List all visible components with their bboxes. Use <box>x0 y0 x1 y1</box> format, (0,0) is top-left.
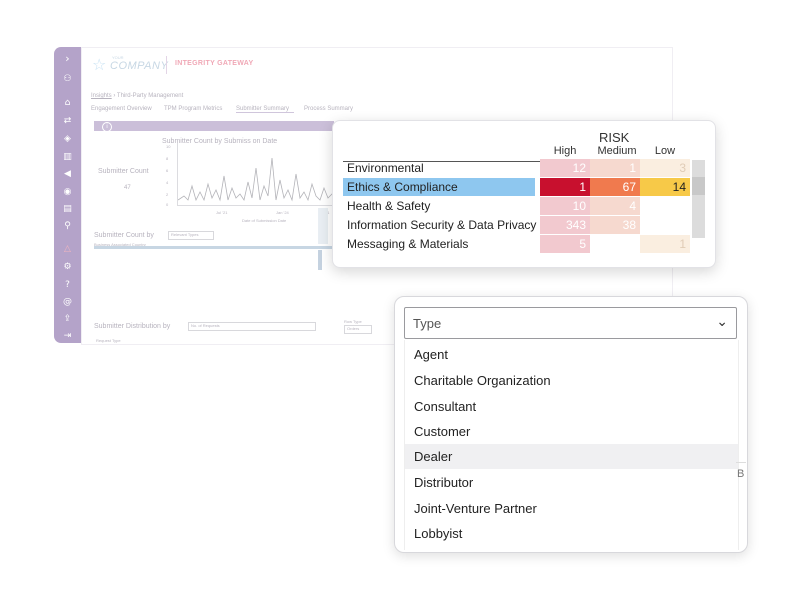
company-logo: COMPANY <box>110 60 169 72</box>
cell-high[interactable]: 10 <box>540 197 590 215</box>
home-icon[interactable]: ⌂ <box>54 97 81 109</box>
option-lobbyist[interactable]: Lobbyist <box>405 521 738 546</box>
building-icon[interactable]: ▥ <box>54 151 81 163</box>
breadcrumb: Insights › Third-Party Management <box>91 93 183 99</box>
breadcrumb-root[interactable]: Insights <box>91 93 112 99</box>
logo-divider <box>166 56 167 74</box>
people-icon[interactable]: ⚇ <box>54 73 81 85</box>
type-dropdown-card: Type ⌄ Agent Charitable Organization Con… <box>394 296 748 553</box>
tab-process-summary[interactable]: Process Summary <box>304 106 353 112</box>
cell-medium[interactable] <box>590 235 640 253</box>
table-scroll-track[interactable] <box>692 160 705 238</box>
logout-icon[interactable]: ⇥ <box>54 330 81 342</box>
y-tick: 0 <box>166 202 169 207</box>
background-vertical-bar <box>318 250 322 270</box>
option-charitable-organization[interactable]: Charitable Organization <box>405 368 738 393</box>
cell-low[interactable]: 14 <box>640 178 690 196</box>
warning-icon[interactable]: △ <box>54 243 81 255</box>
col-header-high: High <box>553 145 577 157</box>
count-by-label: Submitter Count by <box>94 232 154 239</box>
cell-low[interactable]: 1 <box>640 235 690 253</box>
distribution-select[interactable]: No. of Requests <box>188 322 316 331</box>
sidebar: › ⚇ ⌂ ⇄ ◈ ▥ ◀ ◉ ▤ ⚲ △ ⚙ ? @ ⇪ ⇥ <box>54 47 81 343</box>
risk-table-card: RISK High Medium Low Environmental 12 1 … <box>332 120 716 268</box>
cell-high[interactable]: 343 <box>540 216 590 234</box>
active-tab-underline <box>236 112 294 113</box>
section-header-bar <box>94 121 334 131</box>
chevron-right-icon[interactable]: › <box>54 53 81 65</box>
y-tick: 10 <box>166 144 171 149</box>
cell-medium[interactable]: 1 <box>590 159 640 177</box>
cell-low[interactable] <box>640 197 690 215</box>
background-peek-text: B <box>737 468 745 480</box>
arrows-icon[interactable]: ⇄ <box>54 115 81 127</box>
y-tick: 2 <box>166 192 169 197</box>
at-icon[interactable]: @ <box>54 296 81 308</box>
shield-icon[interactable]: ◈ <box>54 133 81 145</box>
row-type-select[interactable]: Orders <box>344 325 372 334</box>
option-joint-venture-partner[interactable]: Joint-Venture Partner <box>405 496 738 521</box>
cell-medium[interactable]: 4 <box>590 197 640 215</box>
cell-high[interactable]: 5 <box>540 235 590 253</box>
y-tick: 6 <box>166 168 169 173</box>
type-options-list: Agent Charitable Organization Consultant… <box>404 340 739 550</box>
search-icon[interactable]: ⚲ <box>54 220 81 232</box>
x-tick: Jan '24 <box>276 210 289 215</box>
distribution-label: Submitter Distribution by <box>94 323 171 330</box>
option-distributor[interactable]: Distributor <box>405 470 738 495</box>
count-by-select[interactable]: Relevant Types <box>168 231 214 240</box>
x-tick: Jul '21 <box>216 210 228 215</box>
upload-icon[interactable]: ⇪ <box>54 313 81 325</box>
cell-medium[interactable]: 67 <box>590 178 640 196</box>
cell-high[interactable]: 1 <box>540 178 590 196</box>
help-icon[interactable]: ? <box>54 279 81 291</box>
submitter-count-value: 47 <box>124 185 131 191</box>
chevron-down-icon[interactable]: ⌄ <box>716 314 728 330</box>
tab-engagement-overview[interactable]: Engagement Overview <box>91 106 152 112</box>
type-select-placeholder: Type <box>413 316 442 331</box>
row-type-select-value: Orders <box>347 326 360 331</box>
brand-title: INTEGRITY GATEWAY <box>175 60 254 67</box>
eye-icon[interactable]: ◉ <box>54 186 81 198</box>
logo-star-icon: ☆ <box>92 55 107 74</box>
sparkline-chart <box>178 157 337 202</box>
y-tick: 4 <box>166 180 169 185</box>
row-type-label: Row Type <box>344 319 362 324</box>
megaphone-icon[interactable]: ◀ <box>54 168 81 180</box>
tab-tpm-program-metrics[interactable]: TPM Program Metrics <box>164 106 222 112</box>
document-icon[interactable]: ▤ <box>54 203 81 215</box>
cell-low[interactable]: 3 <box>640 159 690 177</box>
option-consultant[interactable]: Consultant <box>405 394 738 419</box>
background-divider <box>736 462 746 463</box>
x-axis-label: Date of Submission Date <box>242 218 287 223</box>
info-icon[interactable]: i <box>102 122 112 132</box>
risk-table-title: RISK <box>599 130 630 145</box>
count-by-select-value: Relevant Types <box>171 232 199 237</box>
submitter-count-label: Submitter Count <box>98 168 149 175</box>
type-select[interactable]: Type ⌄ <box>404 307 737 339</box>
col-header-medium: Medium <box>597 145 637 157</box>
cell-high[interactable]: 12 <box>540 159 590 177</box>
risk-row-environmental[interactable]: Environmental <box>343 159 424 177</box>
risk-row-information-security[interactable]: Information Security & Data Privacy <box>343 216 536 234</box>
breadcrumb-current: Third-Party Management <box>116 93 184 99</box>
breadcrumb-separator: › <box>113 93 116 99</box>
y-tick: 8 <box>166 156 169 161</box>
table-scroll-thumb[interactable] <box>692 177 705 195</box>
distribution-select-value: No. of Requests <box>191 323 220 328</box>
background-bar <box>318 208 328 244</box>
risk-row-ethics-compliance[interactable]: Ethics & Compliance <box>343 178 535 196</box>
option-agent[interactable]: Agent <box>405 342 738 367</box>
chart-title: Submitter Count by Submiss on Date <box>162 138 278 145</box>
horizontal-bar-axis <box>94 246 334 249</box>
risk-row-health-safety[interactable]: Health & Safety <box>343 197 430 215</box>
settings-icon[interactable]: ⚙ <box>54 261 81 273</box>
col-header-low: Low <box>654 145 676 157</box>
option-dealer[interactable]: Dealer <box>405 444 738 469</box>
request-type-label: Request Type <box>96 338 121 343</box>
risk-row-messaging-materials[interactable]: Messaging & Materials <box>343 235 468 253</box>
cell-low[interactable] <box>640 216 690 234</box>
option-customer[interactable]: Customer <box>405 419 738 444</box>
cell-medium[interactable]: 38 <box>590 216 640 234</box>
